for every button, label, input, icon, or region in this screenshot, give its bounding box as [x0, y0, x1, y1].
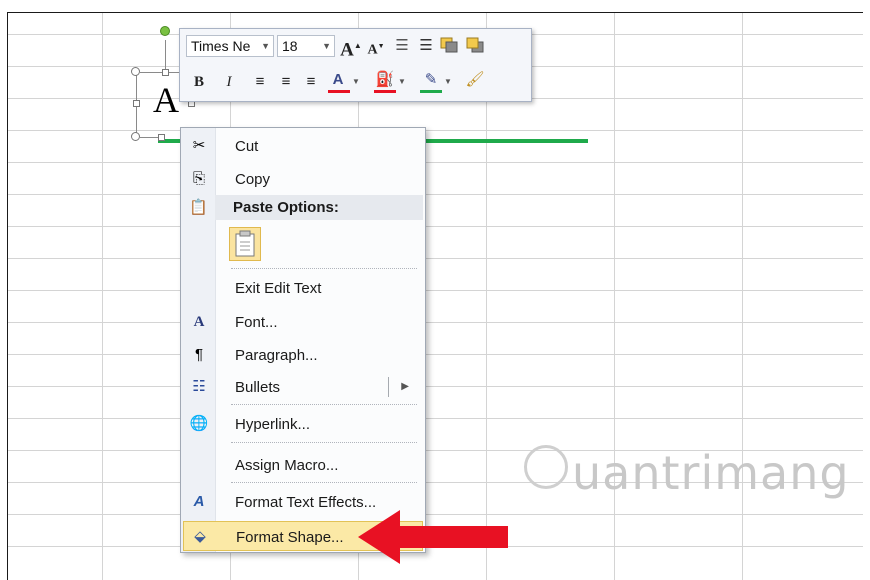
- grid-row-line: [8, 386, 863, 387]
- paragraph-icon: ¶: [194, 346, 204, 363]
- submenu-divider: [388, 377, 389, 397]
- grid-row-line: [8, 418, 863, 419]
- grid-row-line: [8, 354, 863, 355]
- resize-handle-left[interactable]: [133, 100, 140, 107]
- bring-forward-icon[interactable]: [440, 37, 458, 53]
- align-right-icon[interactable]: ≡: [301, 71, 321, 93]
- decrease-indent-icon[interactable]: ☰: [392, 35, 412, 57]
- menu-item-font[interactable]: A Font...: [183, 307, 423, 337]
- rotation-handle[interactable]: [160, 26, 170, 36]
- copy-icon: ⎘: [192, 170, 205, 187]
- menu-separator: [231, 268, 417, 269]
- grid-row-line: [8, 258, 863, 259]
- paste-keep-source-button[interactable]: [229, 227, 261, 261]
- center-icon[interactable]: ≡: [276, 71, 296, 93]
- menu-item-paragraph[interactable]: ¶ Paragraph...: [183, 340, 423, 370]
- bold-icon[interactable]: B: [190, 71, 208, 93]
- menu-item-assign-macro[interactable]: Assign Macro...: [183, 450, 423, 480]
- menu-item-label: Font...: [235, 314, 278, 331]
- send-backward-icon[interactable]: [466, 37, 484, 53]
- font-name-combo[interactable]: Times Ne ▼: [186, 35, 274, 57]
- chevron-right-icon: ▶: [401, 381, 409, 392]
- resize-handle-top-left[interactable]: [131, 67, 140, 76]
- red-arrow-annotation: [358, 510, 508, 564]
- format-shape-icon: ⬙: [194, 528, 206, 545]
- resize-handle-bottom[interactable]: [158, 134, 165, 141]
- format-painter-icon[interactable]: 🖌: [464, 69, 486, 91]
- menu-item-copy[interactable]: ⎘ Copy: [183, 164, 423, 194]
- menu-item-label: Format Shape...: [236, 529, 344, 546]
- menu-item-label: Format Text Effects...: [235, 494, 377, 511]
- italic-glyph: I: [226, 74, 232, 90]
- paste-options-header: Paste Options:: [215, 195, 423, 220]
- chevron-down-icon[interactable]: ▼: [397, 71, 407, 93]
- clipboard-icon: [235, 230, 255, 257]
- menu-item-label: Hyperlink...: [235, 416, 311, 433]
- italic-icon[interactable]: I: [220, 71, 238, 93]
- rotation-stem: [165, 40, 166, 70]
- font-name-value: Times Ne: [191, 38, 251, 54]
- menu-item-label: Copy: [235, 171, 271, 188]
- context-menu: ✂ Cut ⎘ Copy Paste Options: 📋 Exit Edit …: [180, 127, 426, 553]
- resize-handle-bottom-left[interactable]: [131, 132, 140, 141]
- hyperlink-icon: 🌐: [189, 415, 209, 432]
- watermark-logo-icon: [524, 445, 568, 489]
- menu-item-bullets[interactable]: ☷ Bullets ▶: [183, 372, 423, 402]
- shrink-font-glyph: A: [367, 42, 378, 58]
- menu-item-label: Paragraph...: [235, 347, 318, 364]
- bullets-icon: ☷: [192, 378, 206, 395]
- fill-color-swatch: [374, 90, 396, 93]
- text-effects-icon: A: [193, 493, 205, 510]
- font-color-swatch: [328, 90, 350, 93]
- grid-row-line: [8, 194, 863, 195]
- chevron-down-icon[interactable]: ▼: [443, 71, 453, 93]
- bold-glyph: B: [193, 74, 204, 90]
- chevron-down-icon: ▼: [322, 41, 331, 51]
- paste-icon: 📋: [189, 199, 208, 216]
- chevron-down-icon: ▼: [261, 41, 270, 51]
- textbox-text[interactable]: A: [153, 82, 179, 118]
- font-size-combo[interactable]: 18 ▼: [277, 35, 335, 57]
- resize-handle-top[interactable]: [162, 69, 169, 76]
- font-size-value: 18: [282, 38, 298, 54]
- mini-toolbar: Times Ne ▼ 18 ▼ A▲ A▼ ☰ ☰ B I ≡ ≡ ≡ A ▼ …: [179, 28, 532, 102]
- menu-item-label: Assign Macro...: [235, 457, 339, 474]
- increase-indent-icon[interactable]: ☰: [416, 35, 436, 57]
- align-left-icon[interactable]: ≡: [250, 71, 270, 93]
- menu-separator: [231, 442, 417, 443]
- grid-row-line: [8, 162, 863, 163]
- menu-separator: [231, 404, 417, 405]
- menu-separator: [231, 482, 417, 483]
- font-icon: A: [193, 314, 205, 330]
- send-backward-glyph: [466, 37, 484, 53]
- menu-item-label: Cut: [235, 138, 259, 155]
- outline-color-swatch: [420, 90, 442, 93]
- chevron-down-icon[interactable]: ▼: [351, 71, 361, 93]
- font-color-glyph: A: [332, 71, 344, 88]
- menu-header-label: Paste Options:: [233, 199, 339, 216]
- grid-row-line: [8, 322, 863, 323]
- bring-forward-glyph: [440, 37, 458, 53]
- menu-item-exit-edit-text[interactable]: Exit Edit Text: [183, 273, 423, 303]
- grid-row-line: [8, 290, 863, 291]
- arrow-shape: [358, 510, 508, 564]
- shape-outline-icon[interactable]: ✎: [420, 69, 442, 91]
- menu-item-label: Bullets: [235, 379, 281, 396]
- grow-font-icon[interactable]: A▲: [340, 35, 362, 61]
- menu-item-hyperlink[interactable]: 🌐 Hyperlink...: [183, 409, 423, 439]
- font-color-icon[interactable]: A: [328, 69, 348, 91]
- shrink-font-icon[interactable]: A▼: [366, 35, 386, 58]
- watermark-text: uantrimang: [572, 446, 850, 500]
- grow-font-glyph: A: [340, 39, 354, 61]
- shape-fill-icon[interactable]: ⛽: [374, 69, 396, 91]
- grid-row-line: [8, 226, 863, 227]
- scissors-icon: ✂: [192, 137, 206, 154]
- menu-item-cut[interactable]: ✂ Cut: [183, 131, 423, 161]
- menu-item-label: Exit Edit Text: [235, 280, 322, 297]
